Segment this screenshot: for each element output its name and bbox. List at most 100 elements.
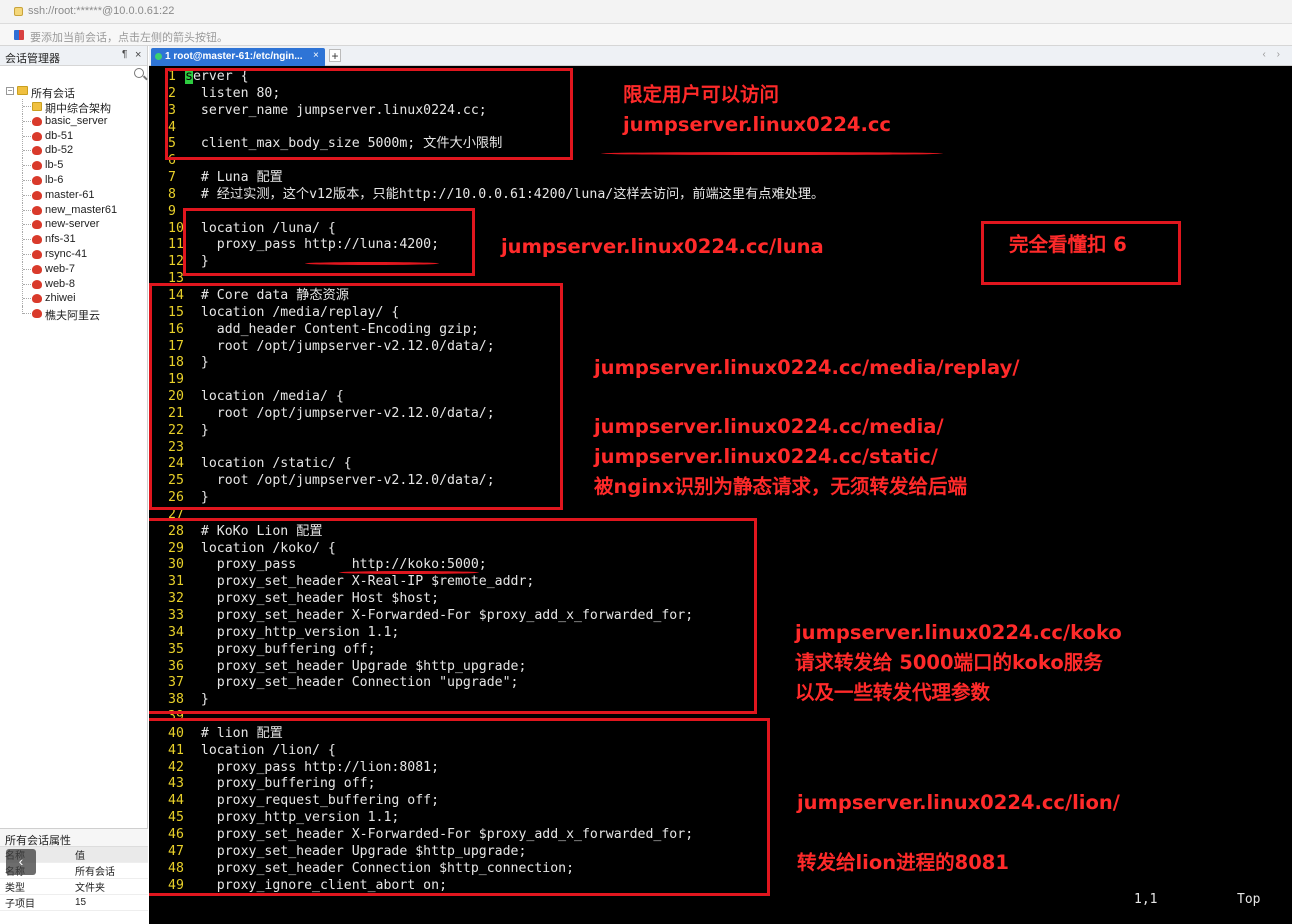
sidebar-item-label: db-52 [45,144,74,157]
tab-scroll-arrows[interactable]: ‹ › [1263,49,1284,60]
annotation-koko-line1: jumpserver.linux0224.cc/koko [795,621,1122,644]
annotation-limit-line2: jumpserver.linux0224.cc [623,113,891,136]
sidebar-item-rsync-41[interactable]: rsync-41 [0,246,148,262]
lock-icon [14,7,23,16]
sidebar-item-label: lb-6 [45,173,64,186]
code-line: 9 [149,204,177,221]
pin-icon[interactable]: ¶ [122,49,127,60]
tree-branch [23,120,31,122]
annotation-score: 完全看懂扣 6 [1009,233,1127,256]
tree-branch [23,298,31,300]
sidebar-item-label: web-8 [45,277,75,290]
sidebar-item-label: nfs-31 [45,233,76,246]
sidebar-item-label: db-51 [45,129,74,142]
properties-row: 子项目 15 [0,894,148,911]
address-text[interactable]: ssh://root:******@10.0.0.61:22 [28,5,174,17]
sidebar-item-web-7[interactable]: web-7 [0,261,148,277]
annotation-koko-line2: 请求转发给 5000端口的koko服务 [795,651,1103,674]
line-number: 12 [168,254,184,270]
sidebar-item-zhiwei[interactable]: zhiwei [0,291,148,307]
sidebar-item-db-52[interactable]: db-52 [0,143,148,159]
session-icon [32,161,42,171]
tree-branch [23,224,31,226]
session-search[interactable] [0,66,147,84]
session-icon [32,205,42,215]
code-line: 10 location /luna/ { [149,220,336,238]
line-text: # 经过实测，这个v12版本，只能http://10.0.0.61:4200/l… [185,186,825,202]
session-icon [32,131,42,141]
property-key: 类型 [0,878,70,895]
tree-branch [23,106,31,107]
sidebar-item-樵夫阿里云[interactable]: 樵夫阿里云 [0,306,148,323]
annotation-luna: jumpserver.linux0224.cc/luna [501,235,824,258]
sidebar-item-new_master61[interactable]: new_master61 [0,202,148,218]
session-icon [32,190,42,200]
collapse-sidebar-button[interactable]: ‹ [6,849,36,875]
code-line: 8 # 经过实测，这个v12版本，只能http://10.0.0.61:4200… [149,187,824,204]
sidebar-item-lb-5[interactable]: lb-5 [0,158,148,174]
line-number: 11 [168,237,184,253]
sidebar-item-label: new_master61 [45,203,118,216]
address-bar[interactable]: ssh://root:******@10.0.0.61:22 [0,0,1292,24]
annotation-limit: 限定用户可以访问 jumpserver.linux0224.cc [623,80,891,140]
connected-status-icon [155,53,162,60]
properties-panel: 所有会话属性 名称 值 名称 所有会话 类型 文件夹 子项目 15 [0,828,148,924]
property-value: 15 [70,894,148,911]
sidebar-item-期中综合架构[interactable]: 期中综合架构 [0,99,148,115]
sidebar-item-nfs-31[interactable]: nfs-31 [0,232,148,248]
session-tree: − 所有会话 期中综合架构 basic_server db-51 db-52 lb-5 l… [0,84,148,323]
underline-koko-url [339,571,479,574]
sidebar-item-basic_server[interactable]: basic_server [0,113,148,129]
session-icon [32,220,42,230]
underline-luna-url [305,262,439,265]
cursor-position: 1,1 [1134,892,1158,907]
sidebar-item-lb-6[interactable]: lb-6 [0,172,148,188]
tree-branch [23,209,31,211]
tab-bar: 1 root@master-61:/etc/ngin... × + ‹ › [149,46,1292,66]
tab-label: 1 root@master-61:/etc/ngin... [165,51,303,62]
sidebar-item-label: lb-5 [45,159,64,172]
flag-icon[interactable] [14,30,24,40]
tree-branch [23,194,31,196]
property-value: 文件夹 [70,878,148,895]
line-number: 10 [168,220,184,236]
tree-branch [23,239,31,241]
annotation-limit-line1: 限定用户可以访问 [623,83,780,106]
highlight-box-luna [183,208,475,276]
session-manager-header: 会话管理器 ¶ × [0,46,147,66]
sidebar-item-label: 樵夫阿里云 [45,310,100,323]
sidebar-item-label: zhiwei [45,292,76,305]
collapse-toggle-icon[interactable]: − [6,87,14,95]
properties-header-value: 值 [70,847,148,863]
sidebar-item-web-8[interactable]: web-8 [0,276,148,292]
sidebar-item-db-51[interactable]: db-51 [0,128,148,144]
tree-branch [23,283,31,285]
annotation-replay: jumpserver.linux0224.cc/media/replay/ [594,356,1020,379]
highlight-box-server [165,68,573,160]
code-line: 7 # Luna 配置 [149,170,283,187]
sidebar-item-new-server[interactable]: new-server [0,217,148,233]
folder-icon [17,86,28,95]
property-value: 所有会话 [70,862,148,879]
annotation-static-line1: jumpserver.linux0224.cc/media/ [594,415,944,438]
tree-branch [23,135,31,137]
close-icon[interactable]: × [135,49,141,61]
annotation-lion-url: jumpserver.linux0224.cc/lion/ [797,791,1120,814]
tab-close-icon[interactable]: × [313,50,319,61]
session-manager: 会话管理器 ¶ × − 所有会话 期中综合架构 basic_server db-51… [0,46,148,924]
highlight-box-static [149,283,563,510]
tab-session[interactable]: 1 root@master-61:/etc/ngin... × [151,48,325,66]
search-icon[interactable] [134,68,144,78]
hint-bar: 要添加当前会话，点击左侧的箭头按钮。 [0,24,1292,46]
session-manager-title: 会话管理器 [5,53,60,65]
terminal[interactable]: 1 server {2 listen 80; 3 server_name jumps… [149,66,1292,924]
sidebar-item-label: new-server [45,218,100,231]
tree-root[interactable]: − 所有会话 [0,84,148,100]
session-icon [32,279,42,289]
properties-title: 所有会话属性 [0,829,148,847]
new-tab-button[interactable]: + [329,49,341,62]
sidebar-item-master-61[interactable]: master-61 [0,187,148,203]
highlight-box-lion [149,718,770,896]
annotation-static-line2: jumpserver.linux0224.cc/static/ [594,445,938,468]
session-icon [32,175,42,185]
